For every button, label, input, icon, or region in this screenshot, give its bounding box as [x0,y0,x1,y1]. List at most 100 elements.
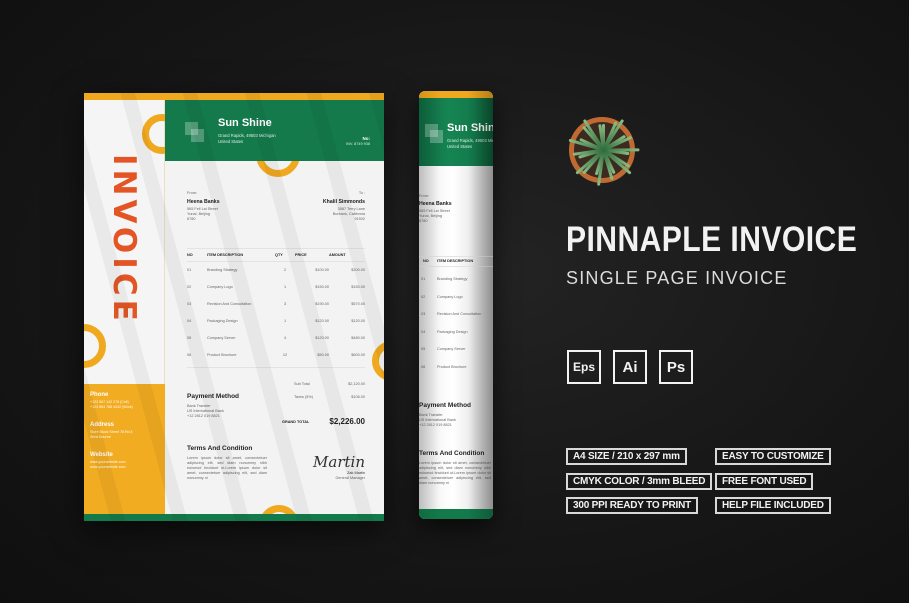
subtotal-label: Sub Total [294,382,310,386]
invoice-number: INV. 8749 938 [346,142,370,146]
roll-top-strip [419,91,493,98]
item-number: 06 [187,353,192,357]
item-description: Company Logo [207,285,233,289]
feature-badge: 300 PPI READY TO PRINT [566,497,699,514]
feature-badge: FREE FONT USED [715,473,814,490]
table-row: 01 Branding Strategy 2 $100.00 $200.00 [187,262,365,279]
terms-title: Terms And Condition [187,445,253,452]
taxes-value: $106.00 [351,395,365,399]
table-row: 05 Company Server 4 $120.00 $480.00 [187,330,365,347]
roll-from-name: Heena Banks [419,201,452,207]
item-amount: $150.00 [351,285,365,289]
to-block: To : Khalil Simmonds 3587 Terry Lane Bur… [323,191,365,222]
table-row: 03 Revision And Consultation 3 $190.00 $570.… [187,296,365,313]
table-row: 04 Packaging Design 1 $120.00 $120.00 [187,313,365,330]
item-number: 05 [187,336,192,340]
feature-badge: CMYK COLOR / 3mm BLEED [566,473,713,490]
item-qty: 12 [282,353,288,357]
roll-item-number: 06 [421,364,426,369]
item-amount: $570.00 [351,302,365,306]
item-number: 01 [187,268,192,273]
column-header: QTY [275,248,295,262]
company-name: Sun Shine [218,117,272,129]
bottom-accent-strip [84,514,384,521]
from-block: From: Heena Banks 565 Fell Lai Street Yu… [187,191,220,222]
from-name: Heena Banks [187,199,220,205]
from-label: From: [187,191,197,195]
terms-text: Lorem ipsum dolor sit amet, consectetuer… [187,456,267,480]
feature-badge: HELP FILE INCLUDED [715,497,831,514]
item-number: 04 [187,319,192,323]
company-address: Grand Rapids, 49503 Michigan United Stat… [218,133,276,145]
item-description: Revision And Consultation [207,302,252,306]
terms-block: Terms And Condition Lorem ipsum dolor si… [187,445,267,481]
roll-item-description: Revision And Consultation [437,312,482,316]
to-address-line: 91502 [354,217,365,221]
column-header: ITEM DESCRIPTION [207,248,275,262]
table-row: 06 Product Brochure 12 $50.00 $600.00 [187,347,365,364]
roll-item-number: 01 [421,277,426,281]
grand-total-row: GRAND TOTAL $2,226.00 [282,417,365,426]
address-line: West Bourne [90,435,111,439]
roll-item-number: 05 [421,347,426,351]
product-subtitle: SINGLE PAGE INVOICE [566,268,788,288]
phone-lines: +123 567 142 278 (Cell) +123 854 788 443… [90,400,159,410]
roll-item-number: 04 [421,329,426,334]
roll-payment-title: Payment Method [419,402,472,409]
decorative-ring [372,341,384,381]
invoice-header: Sun Shine Grand Rapids, 49503 Michigan U… [165,100,384,161]
taxes-row: Taxes (5%) $106.00 [294,395,365,408]
roll-table-header: NO ITEM DESCRIPTION [419,256,493,267]
item-price: $190.00 [315,302,329,306]
from-address-line: 6780 [187,217,196,221]
item-qty: 4 [283,336,287,340]
item-qty: 1 [283,319,287,323]
table-row: 02 Company Logo 1 $150.00 $150.00 [187,279,365,296]
item-qty: 1 [283,285,287,289]
roll-from-label: From: [419,194,429,198]
item-description: Branding Strategy [207,268,238,273]
roll-from-address: 6780 [419,219,428,223]
roll-item-description: Branding Strategy [437,277,468,281]
top-accent-strip [84,93,384,100]
item-number: 02 [187,285,192,289]
payment-method-block: Payment Method Bank Transfer US Internat… [187,393,239,419]
to-name: Khalil Simmonds [322,199,365,205]
decorative-ring [84,324,106,368]
illustrator-format-icon: Ai [613,350,647,384]
to-label: To : [358,191,365,195]
payment-line: +12 2812 019 8821 [187,414,220,418]
logo-icon [430,130,443,143]
column-header: AMOUNT [329,248,365,262]
item-qty: 2 [283,268,287,273]
roll-payment-line: +12 2812 019 8821 [419,423,452,427]
column-header: PRICE [295,248,329,262]
roll-item-number: 02 [421,294,426,299]
item-price: $100.00 [315,268,329,273]
address-lines: Store Block Street 78 Rd.4 West Bourne [90,430,159,440]
roll-terms-text: Lorem ipsum dolor sit amet, consectetuer… [419,461,491,485]
taxes-label: Taxes (5%) [294,395,313,399]
table-divider [187,367,365,368]
item-amount: $480.00 [351,336,365,340]
roll-item-description: Packaging Design [437,329,468,334]
roll-column-header: ITEM DESCRIPTION [437,259,474,263]
item-price: $120.00 [315,319,329,323]
logo-icon [191,129,204,142]
signature-block: Martin Zak Martin General Manager [313,453,365,481]
website-line: www.yourwebsite.com [90,465,126,469]
potted-plant-decoration [563,97,641,186]
roll-item-description: Company Server [437,347,466,351]
totals-block: Sub Total $2,120.00 Taxes (5%) $106.00 [294,382,365,408]
subtotal-row: Sub Total $2,120.00 [294,382,365,395]
roll-body: From: Heena Banks 565 Fell Lai Street Yu… [419,166,493,509]
phone-line: +123 854 788 4432 (Work) [90,405,133,409]
file-format-icons: Eps Ai Ps [567,350,693,384]
subtotal-value: $2,120.00 [348,382,365,386]
eps-format-icon: Eps [567,350,601,384]
item-amount: $120.00 [351,319,365,323]
item-price: $150.00 [315,285,329,289]
invoice-number-label: No: [362,136,371,141]
item-description: Product Brochure [207,353,237,357]
grand-total-label: GRAND TOTAL [282,419,310,424]
